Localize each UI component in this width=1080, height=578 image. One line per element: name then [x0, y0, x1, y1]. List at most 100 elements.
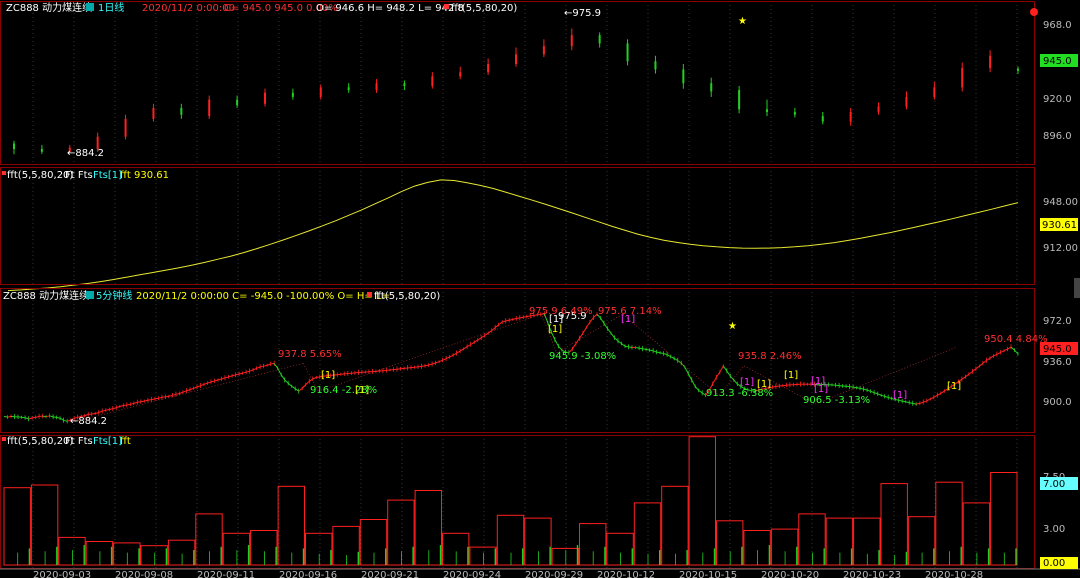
- fft-label: fft: [120, 436, 131, 447]
- symbol-name: ZC888 动力煤连续: [3, 289, 89, 302]
- price-segment: [273, 363, 279, 369]
- panel-icon[interactable]: [86, 291, 94, 299]
- price-segment: [733, 379, 738, 385]
- price-segment: [221, 377, 226, 380]
- price-segment: [449, 354, 454, 358]
- indicator-title[interactable]: fft(5,5,80,20): [7, 436, 73, 447]
- fft-bar: [962, 502, 991, 566]
- price-segment: [509, 318, 513, 321]
- fft-line-panel: [7, 179, 1019, 292]
- price-segment: [607, 328, 612, 334]
- candle-body: [793, 112, 796, 115]
- price-segment: [91, 413, 96, 415]
- x-axis: 2020-09-03 2020-09-08 2020-09-11 2020-09…: [33, 570, 983, 578]
- candle-body: [570, 35, 573, 47]
- price-segment: [639, 347, 643, 350]
- price-segment: [49, 415, 54, 418]
- candle-body: [236, 99, 239, 106]
- price-segment: [28, 417, 33, 420]
- datetime-label: 2020/11/2 0:00:00: [142, 3, 235, 14]
- candle-body: [682, 69, 685, 84]
- signal-marker: [1]: [549, 314, 563, 325]
- price-segment: [109, 408, 113, 410]
- price-segment: [312, 376, 317, 380]
- fft-bar: [743, 530, 771, 566]
- price-segment: [245, 370, 250, 373]
- price-segment: [593, 313, 598, 318]
- panel-frames: [0, 1, 1080, 570]
- fft-bar: [359, 519, 388, 566]
- signal-marker: [1]: [893, 390, 907, 401]
- price-segment: [459, 348, 464, 352]
- fft-value-label: fft 930.61: [120, 170, 169, 181]
- price-segment: [853, 386, 857, 389]
- candle-body: [821, 116, 824, 122]
- fft-bar: [3, 487, 31, 566]
- indicator-label[interactable]: fft(5,5,80,20): [451, 3, 517, 14]
- price-segment: [305, 380, 310, 385]
- indicator-label[interactable]: fft(5,5,80,20): [374, 291, 440, 302]
- price-segment: [986, 357, 991, 361]
- price-segment: [635, 347, 640, 349]
- price-segment: [280, 374, 286, 381]
- signal-marker: [1]: [947, 381, 961, 392]
- signal-marker: [1]: [757, 379, 771, 390]
- signal-marker: [1]: [548, 324, 562, 335]
- candle-body: [1017, 68, 1019, 71]
- indicator-title[interactable]: fft(5,5,80,20): [7, 170, 73, 181]
- price-tag: 945.0: [1043, 56, 1072, 67]
- price-segment: [961, 376, 966, 380]
- trough-annotation: 945.9 -3.08%: [549, 351, 616, 362]
- fft-bar: [770, 528, 799, 566]
- signal-marker: [1]: [784, 370, 798, 381]
- price-segment: [652, 350, 657, 353]
- price-segment: [772, 386, 776, 388]
- star-icon: ★: [738, 16, 747, 27]
- peak-annotation: 950.4 4.84%: [984, 334, 1048, 345]
- x-tick: 2020-09-03: [33, 570, 91, 578]
- price-segment: [214, 379, 219, 382]
- price-segment: [98, 410, 103, 413]
- price-segment: [589, 317, 594, 323]
- fts-label: Fts[1]: [93, 170, 122, 181]
- price-segment: [473, 339, 478, 343]
- price-segment: [158, 396, 163, 399]
- price-segment: [105, 409, 110, 411]
- price-segment: [1007, 346, 1012, 350]
- fft-bar: [469, 546, 497, 566]
- price-segment: [494, 324, 500, 328]
- price-segment: [56, 416, 61, 419]
- x-tick: 2020-09-24: [443, 570, 501, 578]
- price-segment: [228, 375, 233, 378]
- panel-icon[interactable]: [86, 3, 94, 11]
- indicator-items: Ft Fts: [65, 170, 93, 181]
- fft-value-tag: 930.61: [1042, 220, 1077, 231]
- candle-body: [738, 90, 741, 110]
- price-segment: [523, 316, 527, 318]
- price-segment: [884, 395, 889, 398]
- fft-bar: [688, 436, 716, 566]
- candle-body: [849, 112, 852, 122]
- price-segment: [193, 386, 198, 389]
- price-segment: [175, 393, 180, 395]
- price-segment: [1003, 348, 1008, 352]
- fft-bar: [58, 536, 86, 566]
- fft-bar: [277, 485, 306, 566]
- panel1-header: ZC888 动力煤连续 1日线 2020/11/2 0:00:00 C= 945…: [6, 1, 517, 14]
- close-dot-icon[interactable]: [1030, 8, 1038, 16]
- price-segment: [666, 354, 671, 358]
- trend-connector: [74, 363, 304, 422]
- candle-body: [598, 35, 601, 44]
- price-segment: [712, 377, 717, 385]
- price-segment: [165, 395, 169, 398]
- price-segment: [242, 371, 247, 374]
- x-tick: 2020-10-15: [679, 570, 737, 578]
- low-price-label: ←884.2: [67, 148, 104, 159]
- fft-bar: [442, 532, 470, 566]
- price-segment: [189, 387, 194, 391]
- price-segment: [919, 401, 924, 404]
- price-segment: [600, 317, 605, 324]
- price-segment: [1010, 346, 1015, 351]
- panel3-header: ZC888 动力煤连续 5分钟线 2020/11/2 0:00:00 C= -9…: [3, 289, 440, 302]
- panel-resize-handle[interactable]: [1074, 278, 1080, 298]
